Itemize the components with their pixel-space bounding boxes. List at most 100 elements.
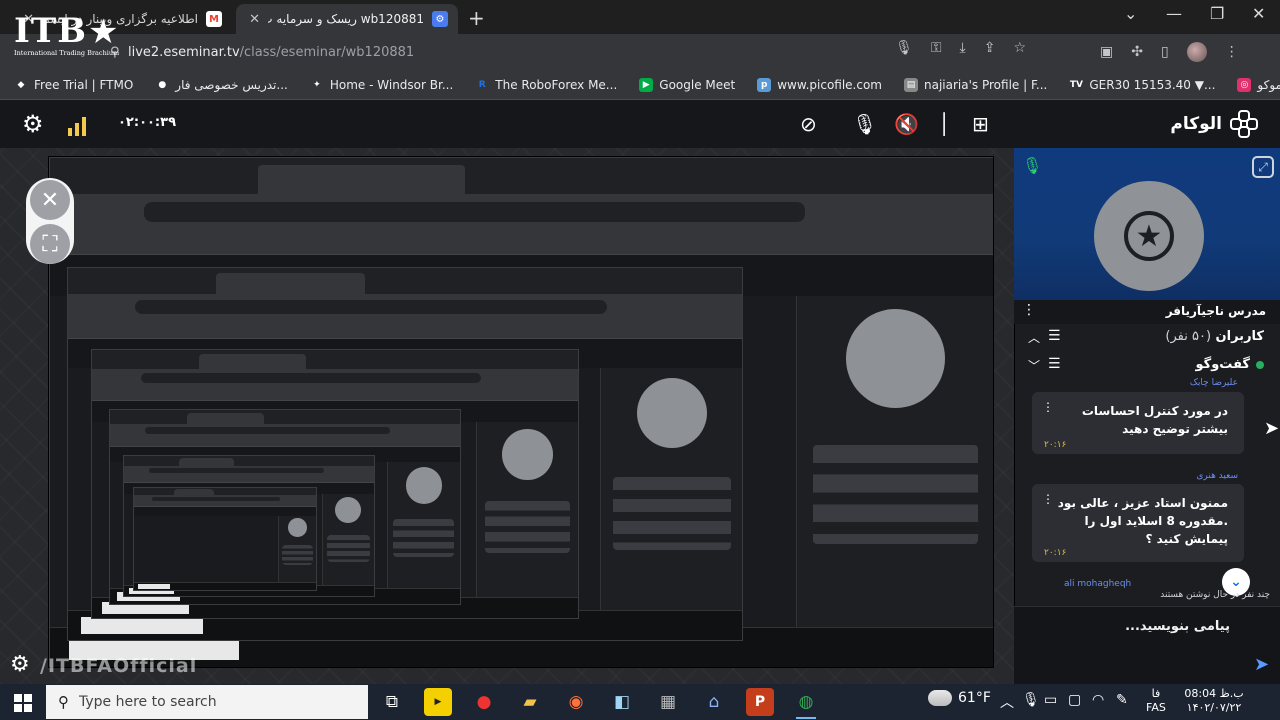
key-icon[interactable]: ⚿ (931, 40, 942, 56)
mouse-cursor-icon: ➤ (1264, 418, 1280, 439)
fullscreen-icon[interactable]: ⛶ (30, 224, 70, 264)
bookmark-tradingview[interactable]: TV GER30 15153.40 ▼... (1069, 78, 1216, 92)
new-tab-button[interactable]: + (468, 6, 485, 30)
message-text: در مورد کنترل احساسات بیشتر توضیح دهید (1081, 404, 1228, 436)
bookmark-label: تدریس خصوصی فار... (175, 77, 288, 92)
bookmark-label: najiaria's Profile | F... (924, 77, 1048, 92)
settings-gear-icon[interactable]: ⚙ (22, 110, 44, 138)
microphone-icon[interactable]: 🎙 (852, 112, 877, 136)
camera-off-icon[interactable]: ⊘ (800, 112, 817, 136)
bookmark-private-tutoring[interactable]: ● تدریس خصوصی فار... (155, 78, 288, 92)
tab-title: wb120881 ریسک و سرمایه ت (268, 12, 424, 26)
instagram-icon: ◎ (1237, 77, 1252, 92)
bookmarks-bar: ◆ Free Trial | FTMO ● تدریس خصوصی فار...… (0, 70, 1280, 100)
users-section-header[interactable]: ︿ ☰ کاربران (۵۰ نفر) (1014, 324, 1280, 352)
task-view-icon[interactable]: ⧉ (378, 688, 406, 716)
browser-tab-2[interactable]: ⚙ wb120881 ریسک و سرمایه ت ✕ (236, 4, 458, 34)
bookmark-google-meet[interactable]: ▶ Google Meet (639, 77, 736, 92)
maximize-icon[interactable]: ❐ (1210, 4, 1224, 23)
player-app-icon[interactable]: ▶ (424, 688, 452, 716)
profile-icon: ▤ (904, 77, 918, 92)
side-panel-icon[interactable]: ▯ (1161, 44, 1169, 60)
filter-sliders-icon[interactable]: ☰ (1048, 356, 1061, 372)
file-explorer-icon[interactable]: ▰ (516, 688, 544, 716)
ftmo-icon: ◆ (17, 79, 25, 90)
tray-wifi-icon[interactable]: ◠ (1092, 692, 1104, 708)
address-bar[interactable]: ⚲ live2.eseminar.tv/class/eseminar/wb120… (110, 40, 1030, 64)
message-sender: سعید هنری (1196, 471, 1238, 481)
bookmark-instagram[interactable]: ◎ ناجی آریافر|ایچیموکو... (1237, 77, 1280, 92)
screen-share-stage (0, 148, 1014, 684)
bookmark-windsor[interactable]: ✦ Home - Windsor Br... (310, 78, 453, 92)
clock-time: ب.ظ 08:04 (1184, 687, 1244, 700)
toolbar-divider: │ (938, 112, 951, 136)
weather-widget[interactable]: 61°F (924, 685, 991, 706)
close-icon[interactable]: ✕ (246, 12, 260, 27)
bookmark-picofile[interactable]: p www.picofile.com (757, 77, 882, 92)
session-timer: ۰۲:۰۰:۳۹ (118, 115, 177, 130)
powerpoint-icon[interactable]: P (746, 688, 774, 716)
tray-pen-icon[interactable]: ✎ (1116, 692, 1128, 708)
bookmark-roboforex[interactable]: R The RoboForex Me... (475, 78, 617, 92)
presenter-menu-kebab-icon[interactable]: ⋮ (1022, 302, 1036, 318)
microphone-icon[interactable]: 🎙 (895, 40, 913, 56)
expand-video-icon[interactable]: ⤢ (1252, 156, 1274, 178)
bookmark-label: Google Meet (659, 77, 736, 92)
chat-message: ⋮ در مورد کنترل احساسات بیشتر توضیح دهید… (1032, 392, 1244, 454)
users-label: کاربران (۵۰ نفر) (1165, 329, 1264, 344)
chat-title: گفت‌وگو (1195, 357, 1250, 372)
puzzle-icon[interactable]: ✣ (1131, 44, 1143, 60)
chat-section-header[interactable]: ﹀ ☰ گفت‌وگو (1014, 352, 1280, 380)
search-icon: ⚲ (58, 693, 69, 711)
chat-message-input[interactable] (1030, 614, 1230, 638)
network-app-icon[interactable]: ⌂ (700, 688, 728, 716)
film-reel-icon: ⚙ (10, 652, 30, 677)
speaker-muted-icon[interactable]: 🔇 (894, 112, 919, 136)
extension-icon[interactable]: ▣ (1100, 44, 1113, 60)
input-language[interactable]: فا FAS (1146, 687, 1166, 715)
extensions-area: ▣ ✣ ▯ ⋮ (1100, 42, 1239, 62)
system-clock[interactable]: ب.ظ 08:04 ۱۴۰۲/۰۷/۲۲ (1172, 687, 1256, 715)
firefox-icon[interactable]: ◉ (562, 688, 590, 716)
windows-start-icon[interactable] (14, 694, 32, 712)
chevron-down-icon[interactable]: ﹀ (1028, 357, 1040, 374)
bookmark-profile[interactable]: ▤ najiaria's Profile | F... (904, 77, 1048, 92)
tab-search-icon[interactable]: ⌄ (1124, 4, 1137, 23)
taskbar-search[interactable]: ⚲ (46, 685, 368, 719)
layout-grid-icon[interactable]: ⊞ (972, 112, 989, 136)
minimize-icon[interactable]: — (1166, 4, 1182, 23)
taskbar-search-input[interactable] (79, 694, 339, 710)
nested-screen-6 (133, 487, 317, 591)
chevron-up-icon[interactable]: ︿ (1028, 329, 1040, 346)
bookmark-ftmo[interactable]: ◆ Free Trial | FTMO (14, 78, 134, 92)
tray-microphone-icon[interactable]: 🎙 (1022, 692, 1040, 708)
clock-date: ۱۴۰۲/۰۷/۲۲ (1186, 701, 1242, 714)
trading-platform-icon[interactable]: ▦ (654, 688, 682, 716)
users-title: کاربران (1215, 329, 1264, 344)
notes-app-icon[interactable]: ◧ (608, 688, 636, 716)
users-count: (۵۰ نفر) (1165, 329, 1212, 344)
profile-avatar[interactable] (1186, 42, 1207, 62)
window-close-icon[interactable]: ✕ (1252, 4, 1265, 23)
tray-battery-icon[interactable]: ▭ (1044, 692, 1057, 708)
tray-monitor-icon[interactable]: ▢ (1068, 692, 1081, 708)
stop-share-close-icon[interactable]: ✕ (30, 180, 70, 220)
bookmark-star-icon[interactable]: ☆ (1013, 40, 1026, 56)
signal-bar (68, 128, 72, 136)
gmail-icon: M (206, 11, 222, 27)
share-icon[interactable]: ⇪ (984, 40, 996, 56)
recorder-app-icon[interactable]: ● (470, 688, 498, 716)
filter-sliders-icon[interactable]: ☰ (1048, 328, 1061, 344)
presenter-avatar: ★ (1094, 181, 1204, 291)
temperature: 61°F (958, 690, 991, 706)
stage-watermark: /ITBFAOfficial (40, 655, 198, 677)
brand-name: الوکام (1170, 114, 1222, 134)
windsor-icon: ✦ (313, 79, 321, 90)
itb-logo: ITB ★ International Trading Brachium (14, 14, 126, 66)
tray-chevron-up-icon[interactable]: ︿ (1000, 692, 1014, 712)
menu-kebab-icon[interactable]: ⋮ (1225, 44, 1239, 60)
chrome-icon[interactable]: ◍ (792, 688, 820, 719)
install-icon[interactable]: ⤓ (960, 40, 966, 56)
online-dot (1256, 360, 1264, 369)
send-icon[interactable]: ➤ (1254, 654, 1269, 675)
